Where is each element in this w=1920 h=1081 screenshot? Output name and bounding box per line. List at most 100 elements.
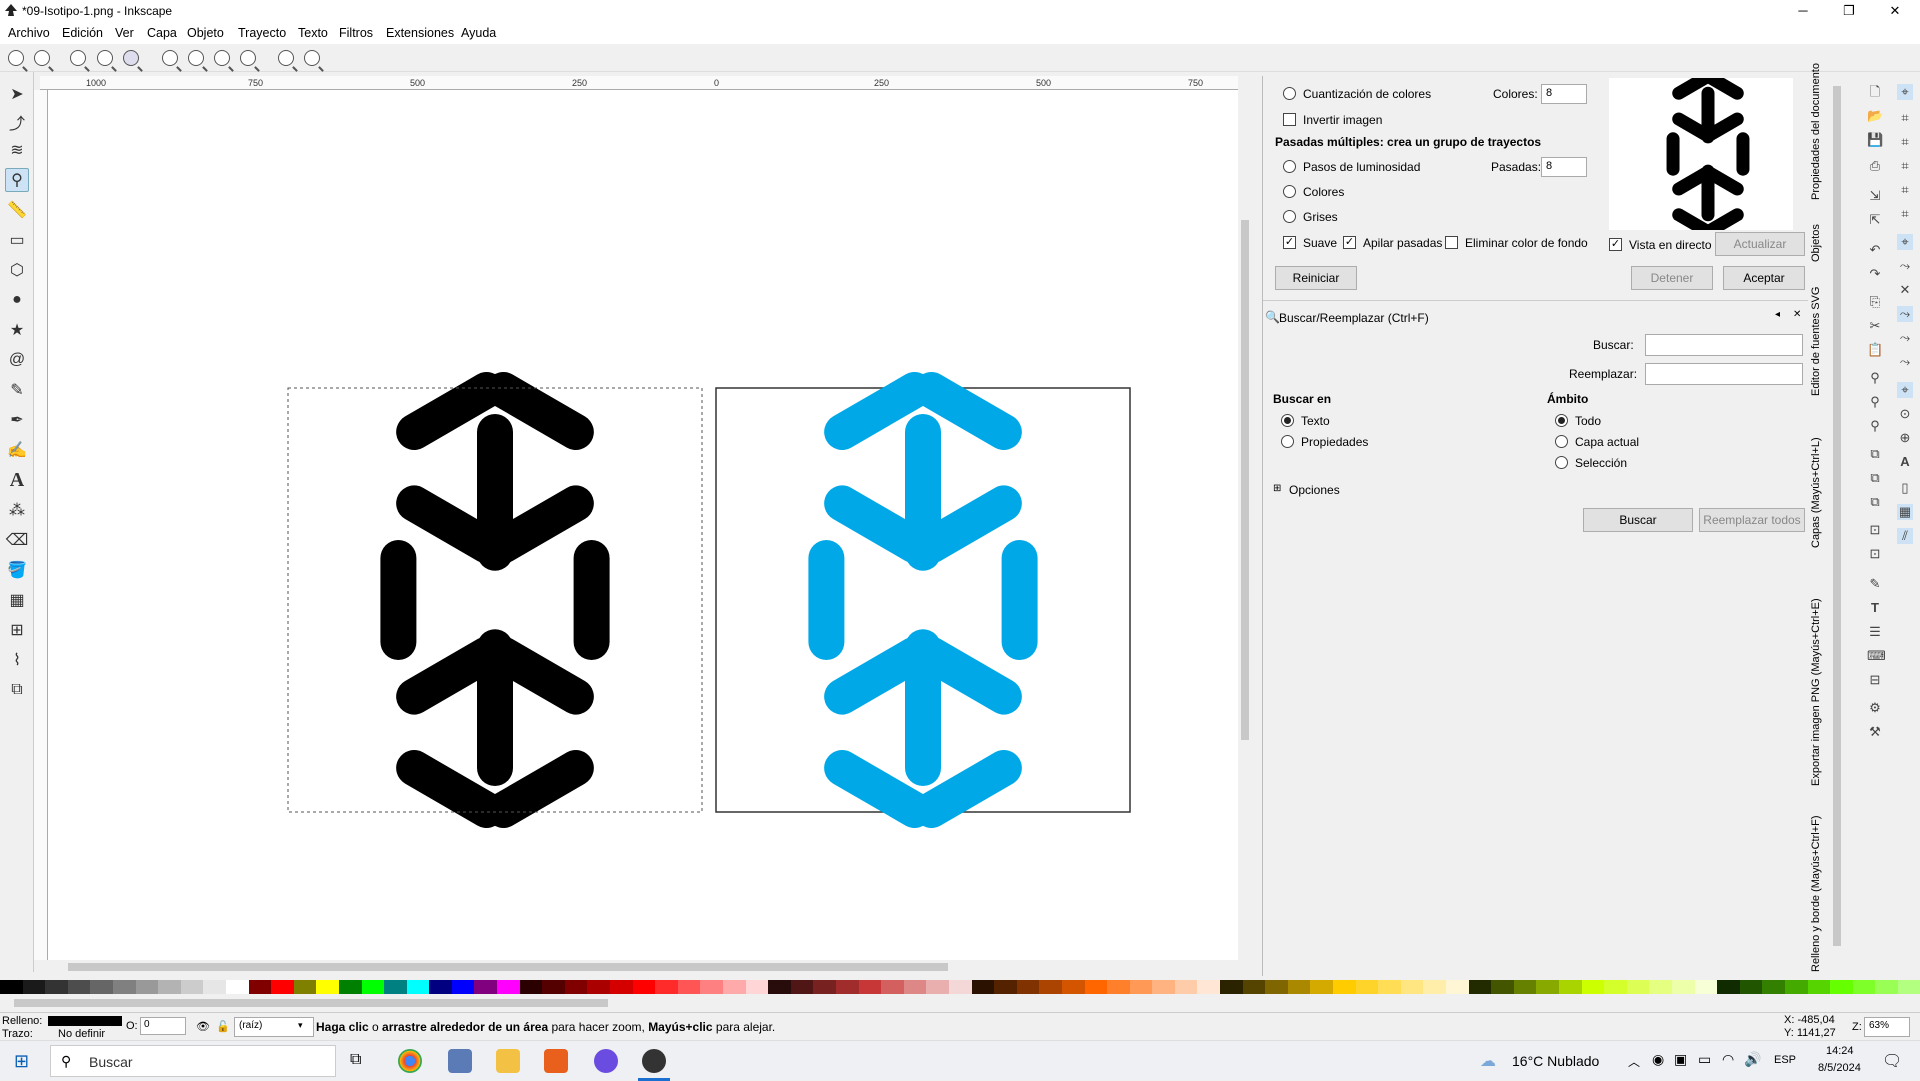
palette-swatch[interactable]	[1717, 980, 1740, 994]
palette-swatch[interactable]	[1378, 980, 1401, 994]
palette-swatch[interactable]	[1016, 980, 1040, 994]
palette-swatch[interactable]	[203, 980, 226, 994]
palette-swatch[interactable]	[745, 980, 769, 994]
weather-text[interactable]: 16°C Nublado	[1512, 1053, 1599, 1069]
calculator-icon[interactable]	[448, 1049, 472, 1073]
options-expander[interactable]: Opciones	[1289, 483, 1340, 497]
menu-trayecto[interactable]: Trayecto	[238, 26, 286, 40]
palette-swatch[interactable]	[112, 980, 136, 994]
palette-swatch[interactable]	[768, 980, 791, 994]
palette-swatch[interactable]	[1626, 980, 1650, 994]
dropper-tool-icon[interactable]: ⌇	[5, 648, 29, 672]
menu-ayuda[interactable]: Ayuda	[461, 26, 496, 40]
cut-icon[interactable]: ✂	[1867, 318, 1883, 334]
palette-swatch[interactable]	[451, 980, 475, 994]
palette-swatch[interactable]	[1649, 980, 1672, 994]
find-replace-input[interactable]	[1645, 363, 1803, 385]
palette-swatch[interactable]	[1468, 980, 1492, 994]
snap-path-icon[interactable]: ⤳	[1897, 258, 1913, 274]
zoom-selection-icon[interactable]	[162, 50, 178, 66]
palette-swatch[interactable]	[1491, 980, 1514, 994]
palette-swatch[interactable]	[384, 980, 407, 994]
palette-swatch[interactable]	[1558, 980, 1582, 994]
menu-extensiones[interactable]: Extensiones	[386, 26, 454, 40]
opacity-spinbox[interactable]: 0	[140, 1017, 186, 1035]
snap-center-icon[interactable]: ⊙	[1897, 406, 1913, 422]
tab-layers[interactable]: Capas (Mayús+Ctrl+L)	[1810, 422, 1828, 548]
palette-swatch[interactable]	[813, 980, 836, 994]
palette-swatch[interactable]	[1265, 980, 1288, 994]
snap-page-border-icon[interactable]: ▯	[1897, 480, 1913, 496]
palette-swatch[interactable]	[1581, 980, 1605, 994]
zoom-1to2-icon[interactable]	[97, 50, 113, 66]
palette-swatch[interactable]	[926, 980, 949, 994]
palette-swatch[interactable]	[248, 980, 272, 994]
fill-swatch[interactable]	[48, 1016, 122, 1026]
document-properties-icon[interactable]: ⚒	[1867, 724, 1883, 740]
scope-selection-radio[interactable]	[1555, 456, 1568, 469]
palette-swatch[interactable]	[1513, 980, 1537, 994]
palette-swatch[interactable]	[677, 980, 701, 994]
paint-bucket-tool-icon[interactable]: 🪣	[5, 558, 29, 582]
selector-tool-icon[interactable]: ➤	[5, 82, 29, 106]
palette-swatch[interactable]	[1446, 980, 1469, 994]
scroll-thumb[interactable]	[1833, 86, 1841, 946]
palette-swatch[interactable]	[1536, 980, 1559, 994]
palette-swatch[interactable]	[564, 980, 588, 994]
snap-bbox-edge-icon[interactable]: ⌗	[1897, 134, 1913, 150]
snap-bbox-corner-icon[interactable]: ⌗	[1897, 158, 1913, 174]
zoom-out-icon[interactable]	[34, 50, 50, 66]
palette-swatch[interactable]	[158, 980, 181, 994]
palette-scrollbar[interactable]	[0, 994, 1920, 1012]
snap-cusp-icon[interactable]: ⤳	[1897, 306, 1913, 322]
tray-display-icon[interactable]: ▣	[1674, 1051, 1687, 1068]
palette-swatch[interactable]	[316, 980, 339, 994]
palette-swatch[interactable]	[1084, 980, 1108, 994]
palette-swatch[interactable]	[1242, 980, 1266, 994]
palette-swatch[interactable]	[903, 980, 927, 994]
palette-swatch[interactable]	[1333, 980, 1356, 994]
notifications-icon[interactable]: 🗨	[1882, 1051, 1902, 1071]
update-button[interactable]: Actualizar	[1715, 232, 1805, 256]
menu-filtros[interactable]: Filtros	[339, 26, 373, 40]
tray-chevron-icon[interactable]: ︿	[1628, 1053, 1640, 1070]
menu-objeto[interactable]: Objeto	[187, 26, 224, 40]
zoom-1to1-icon[interactable]	[70, 50, 86, 66]
calligraphy-tool-icon[interactable]: ✍	[5, 438, 29, 462]
minimize-button[interactable]: ─	[1780, 0, 1826, 22]
palette-swatch[interactable]	[0, 980, 23, 994]
palette-swatch[interactable]	[723, 980, 746, 994]
palette-swatch[interactable]	[45, 980, 68, 994]
palette-swatch[interactable]	[948, 980, 972, 994]
palette-swatch[interactable]	[790, 980, 814, 994]
layers-icon[interactable]: ☰	[1867, 624, 1883, 640]
layer-visibility-icon[interactable]: 👁	[196, 1020, 210, 1033]
menu-archivo[interactable]: Archivo	[8, 26, 50, 40]
discord-icon[interactable]	[594, 1049, 618, 1073]
task-view-icon[interactable]: ⧉	[350, 1051, 361, 1069]
accept-button[interactable]: Aceptar	[1723, 266, 1805, 290]
stop-button[interactable]: Detener	[1631, 266, 1713, 290]
tab-document-properties[interactable]: Propiedades del documento	[1810, 63, 1828, 200]
copy-icon[interactable]: ⎘	[1867, 294, 1883, 310]
zoom-previous-icon[interactable]	[278, 50, 294, 66]
find-button[interactable]: Buscar	[1583, 508, 1693, 532]
layer-lock-icon[interactable]: 🔓	[216, 1020, 230, 1033]
palette-swatch[interactable]	[293, 980, 317, 994]
palette-swatch[interactable]	[542, 980, 565, 994]
battery-icon[interactable]: ▭	[1698, 1051, 1711, 1068]
new-document-icon[interactable]: 🗋	[1867, 84, 1883, 100]
snap-others-icon[interactable]: ⌖	[1897, 382, 1913, 398]
brightness-steps-radio[interactable]	[1283, 160, 1296, 173]
snap-nodes-icon[interactable]: ⌖	[1897, 234, 1913, 250]
scroll-thumb[interactable]	[1241, 220, 1249, 740]
xml-editor-icon[interactable]: ⌨	[1867, 648, 1886, 664]
open-icon[interactable]: 📂	[1867, 108, 1883, 124]
export-icon[interactable]: ⇱	[1867, 212, 1883, 228]
replace-all-button[interactable]: Reemplazar todos	[1699, 508, 1805, 532]
zoom-spinbox[interactable]: 63%	[1864, 1017, 1910, 1037]
passes-spinbox[interactable]: 8	[1541, 157, 1587, 177]
expander-icon[interactable]: ⊞	[1273, 483, 1281, 494]
pen-tool-icon[interactable]: ✒	[5, 408, 29, 432]
canvas-vertical-scrollbar[interactable]	[1238, 90, 1252, 960]
